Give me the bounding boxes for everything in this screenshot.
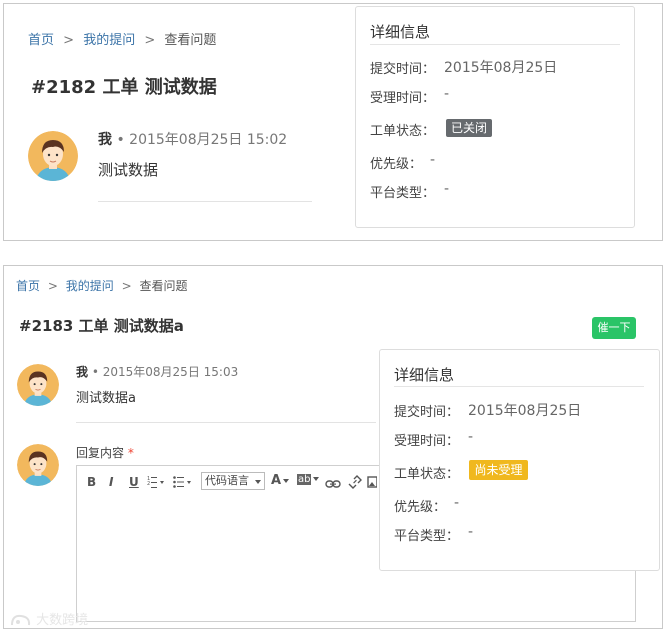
breadcrumb-current: 查看问题 (164, 33, 217, 48)
italic-button[interactable]: I (109, 475, 113, 489)
platform-label: 平台类型： (370, 186, 436, 201)
details-divider (370, 44, 620, 45)
details-title: 详细信息 (370, 23, 431, 41)
ticket-view-pending: 首页 > 我的提问 > 查看问题 #2183 工单 测试数据a 催一下 我 • … (3, 265, 663, 629)
font-color-button[interactable]: A (271, 473, 290, 488)
underline-button[interactable]: U (129, 475, 139, 489)
post-meta: 我 • 2015年08月25日 15:03 (76, 363, 238, 380)
details-title: 详细信息 (394, 366, 455, 384)
post-meta: 我 • 2015年08月25日 15:02 (98, 129, 287, 149)
platform-value: - (444, 181, 450, 197)
watermark-logo-icon (11, 614, 31, 625)
unlink-icon[interactable] (347, 474, 363, 489)
submit-time-label: 提交时间： (370, 62, 436, 77)
platform-label: 平台类型： (394, 529, 460, 544)
watermark: 大数跨境 (10, 609, 88, 629)
breadcrumb-home-link[interactable]: 首页 (28, 33, 54, 48)
breadcrumb-my-questions-link[interactable]: 我的提问 (66, 279, 114, 293)
submit-time-value: 2015年08月25日 (444, 60, 558, 76)
submit-time-label: 提交时间： (394, 405, 460, 420)
post-divider (76, 422, 376, 423)
post-content: 测试数据a (76, 391, 136, 406)
priority-label: 优先级： (370, 157, 423, 172)
ordered-list-icon[interactable]: 1 2 (147, 474, 167, 488)
page-title: #2183 工单 测试数据a (19, 317, 184, 335)
submit-time-value: 2015年08月25日 (468, 403, 582, 419)
font-color-label: A (271, 473, 282, 488)
bold-button[interactable]: B (87, 475, 96, 489)
chevron-down-icon (313, 477, 320, 481)
breadcrumb-separator: > (63, 33, 75, 48)
breadcrumb-separator: > (144, 33, 156, 48)
reply-label-text: 回复内容 (76, 446, 125, 460)
post-author: 我 (98, 132, 112, 148)
platform-value: - (468, 524, 474, 540)
unordered-list-icon[interactable] (173, 474, 195, 488)
required-mark: * (127, 446, 134, 460)
post-author: 我 (76, 365, 89, 379)
breadcrumb: 首页 > 我的提问 > 查看问题 (16, 277, 187, 294)
code-language-value: 代码语言 (205, 474, 249, 487)
status-badge: 尚未受理 (469, 460, 528, 480)
details-panel: 详细信息 提交时间： 2015年08月25日 受理时间： - 工单状态： 尚未受… (379, 349, 660, 571)
avatar-icon (28, 131, 78, 181)
breadcrumb: 首页 > 我的提问 > 查看问题 (28, 29, 216, 48)
avatar-icon (17, 364, 59, 406)
breadcrumb-separator: > (121, 279, 132, 293)
breadcrumb-my-questions-link[interactable]: 我的提问 (83, 33, 135, 48)
avatar-icon (17, 444, 59, 486)
post-time: • 2015年08月25日 15:02 (116, 132, 288, 148)
post-divider (98, 201, 312, 202)
code-language-select[interactable]: 代码语言 (201, 472, 265, 490)
priority-label: 优先级： (394, 500, 447, 515)
image-icon[interactable] (367, 474, 378, 488)
post-time: • 2015年08月25日 15:03 (91, 365, 239, 379)
urge-button[interactable]: 催一下 (592, 317, 636, 339)
accept-time-value: - (444, 86, 450, 102)
details-divider (394, 386, 644, 387)
post-content: 测试数据 (98, 161, 159, 179)
breadcrumb-separator: > (47, 279, 58, 293)
breadcrumb-current: 查看问题 (139, 279, 188, 293)
accept-time-label: 受理时间： (394, 434, 460, 449)
svg-text:2: 2 (147, 481, 150, 487)
status-label: 工单状态： (394, 467, 460, 482)
reply-label: 回复内容 * (76, 444, 134, 461)
chevron-down-icon (283, 478, 290, 483)
accept-time-value: - (468, 429, 474, 445)
status-badge: 已关闭 (446, 119, 492, 137)
watermark-text: 大数跨境 (36, 613, 89, 628)
status-label: 工单状态： (370, 124, 436, 139)
link-icon[interactable] (325, 475, 341, 488)
priority-value: - (430, 152, 436, 168)
breadcrumb-home-link[interactable]: 首页 (16, 279, 40, 293)
page-title: #2182 工单 测试数据 (31, 77, 217, 98)
highlight-button[interactable]: ab (297, 474, 320, 485)
chevron-down-icon (255, 480, 261, 484)
details-panel: 详细信息 提交时间： 2015年08月25日 受理时间： - 工单状态： 已关闭… (355, 6, 635, 228)
ticket-view-closed: 首页 > 我的提问 > 查看问题 #2182 工单 测试数据 我 • 2015年… (3, 3, 663, 241)
highlight-label: ab (297, 474, 312, 485)
priority-value: - (454, 495, 460, 511)
accept-time-label: 受理时间： (370, 91, 436, 106)
